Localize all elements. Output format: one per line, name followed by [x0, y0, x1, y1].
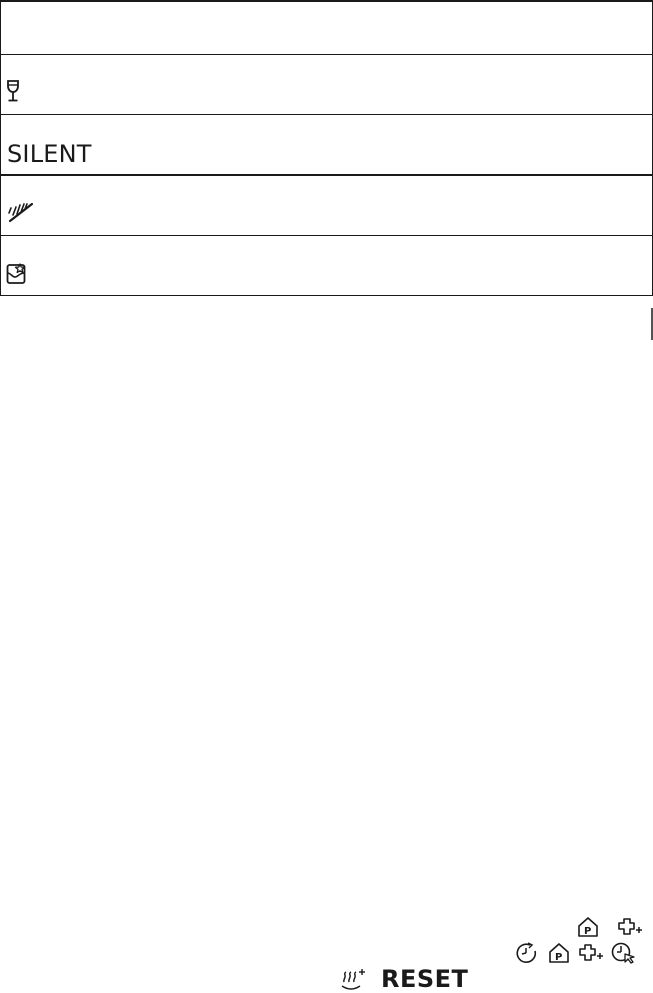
timer-refresh-icon: [516, 942, 540, 964]
cleaning-box-icon: [6, 263, 28, 285]
silent-label: SILENT: [7, 140, 92, 168]
table-row: [6, 263, 28, 285]
table-top-border: [0, 0, 653, 2]
clock-touch-icon: [611, 942, 637, 964]
home-p-icon: P: [548, 942, 570, 964]
row-divider: [0, 174, 653, 176]
table-row: SILENT: [7, 142, 92, 166]
svg-text:P: P: [555, 952, 562, 963]
table-left-border: [0, 0, 1, 296]
svg-text:P: P: [584, 926, 591, 937]
table-row: [7, 201, 35, 223]
puzzle-plus-icon: [616, 916, 644, 938]
steam-plus-icon: [340, 968, 366, 990]
reset-label: RESET: [381, 965, 469, 993]
row-divider: [0, 54, 653, 55]
home-p-icon: P: [577, 916, 599, 938]
puzzle-plus-icon: [577, 942, 605, 964]
wine-glass-icon: [6, 80, 20, 102]
row-divider: [0, 235, 653, 236]
spray-arm-icon: [7, 201, 35, 223]
row-divider: [0, 114, 653, 115]
table-bottom-border: [0, 295, 653, 296]
table-row: [6, 80, 20, 102]
